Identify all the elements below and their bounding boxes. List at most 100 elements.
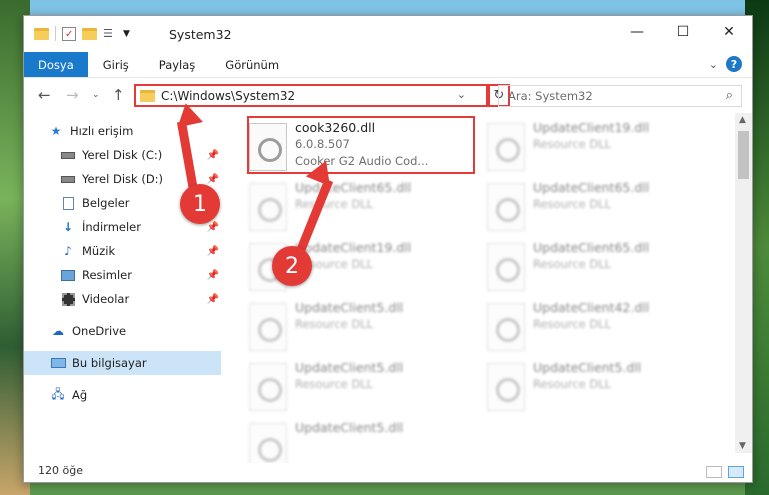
address-dropdown-icon[interactable]: ⌄	[457, 88, 466, 101]
sidebar-item-label: OneDrive	[72, 324, 127, 338]
star-icon: ★	[50, 124, 62, 138]
sidebar-item-this-pc[interactable]: Bu bilgisayar	[24, 351, 221, 375]
tab-home[interactable]: Giriş	[88, 52, 144, 77]
list-item[interactable]: UpdateClient42.dll Resource DLL	[487, 299, 712, 355]
sidebar-item-network[interactable]: 🖧 Ağ	[24, 383, 221, 407]
vertical-scrollbar[interactable]: ▲ ▼	[735, 113, 752, 453]
file-type: Resource DLL	[533, 137, 612, 151]
sidebar-item-music[interactable]: ♪ Müzik 📌	[24, 239, 221, 263]
tab-file[interactable]: Dosya	[24, 52, 88, 77]
sidebar-item-pictures[interactable]: Resimler 📌	[24, 263, 221, 287]
scrollbar-thumb[interactable]	[738, 131, 749, 179]
sidebar-item-label: Bu bilgisayar	[72, 356, 147, 370]
video-icon	[60, 292, 76, 306]
back-arrow-icon[interactable]: ←	[38, 86, 51, 104]
search-icon[interactable]: ⌕	[726, 88, 733, 103]
view-list-icon[interactable]: ☰	[103, 27, 117, 41]
file-type: Resource DLL	[533, 197, 612, 211]
list-item[interactable]: UpdateClient5.dll Resource DLL	[249, 359, 474, 415]
scroll-up-icon[interactable]: ▲	[739, 115, 746, 125]
documents-icon	[60, 196, 76, 210]
file-name: UpdateClient19.dll	[295, 240, 412, 255]
close-button[interactable]: ✕	[706, 16, 752, 48]
minimize-button[interactable]: —	[614, 16, 660, 48]
item-count: 120 öğe	[38, 464, 83, 477]
sidebar-item-label: Resimler	[82, 268, 132, 282]
list-item[interactable]: UpdateClient65.dll Resource DLL	[249, 179, 474, 235]
tab-share[interactable]: Paylaş	[144, 52, 211, 77]
window-title: System32	[169, 27, 232, 42]
list-item[interactable]: UpdateClient19.dll Resource DLL	[487, 119, 712, 175]
help-icon[interactable]: ?	[726, 56, 742, 72]
pin-icon[interactable]: 📌	[207, 294, 219, 305]
folder-icon	[34, 27, 49, 40]
pin-icon[interactable]: 📌	[207, 270, 219, 281]
address-text[interactable]: C:\Windows\System32	[161, 89, 295, 103]
file-list: cook3260.dll 6.0.8.507 Cooker G2 Audio C…	[227, 113, 735, 463]
step-badge-1: 1	[180, 184, 220, 224]
sidebar-item-onedrive[interactable]: ☁ OneDrive	[24, 319, 221, 343]
drive-icon	[60, 172, 76, 186]
navigation-bar: ← → ⌄ ↑ C:\Windows\System32 ⌄ ↻ Ara: Sys…	[24, 77, 752, 113]
sidebar-item-label: Yerel Disk (C:)	[82, 148, 163, 162]
details-view-icon[interactable]	[706, 466, 722, 478]
file-name: UpdateClient65.dll	[533, 180, 650, 195]
sidebar-item-label: Müzik	[82, 244, 116, 258]
computer-icon	[50, 356, 66, 370]
file-name: UpdateClient5.dll	[533, 360, 642, 375]
list-item[interactable]: UpdateClient5.dll Resource DLL	[249, 299, 474, 355]
file-type: Resource DLL	[533, 257, 612, 271]
pin-icon[interactable]: 📌	[207, 246, 219, 257]
sidebar-item-label: Hızlı erişim	[70, 124, 134, 138]
file-name: UpdateClient42.dll	[533, 300, 650, 315]
pictures-icon	[60, 268, 76, 282]
step-badge-2: 2	[272, 246, 312, 286]
explorer-window: ✓ ☰ ▼ System32 — ☐ ✕ Dosya Giriş Paylaş …	[23, 15, 753, 483]
properties-icon[interactable]: ✓	[62, 26, 76, 41]
title-bar: ✓ ☰ ▼ System32 — ☐ ✕	[24, 16, 752, 52]
pin-icon[interactable]: 📌	[207, 150, 219, 161]
dll-file-icon	[487, 183, 525, 231]
list-item[interactable]: UpdateClient65.dll Resource DLL	[487, 239, 712, 295]
recent-chevron-icon[interactable]: ⌄	[92, 90, 100, 100]
file-name: UpdateClient5.dll	[295, 300, 404, 315]
file-type: Resource DLL	[533, 377, 612, 391]
ribbon: Dosya Giriş Paylaş Görünüm ⌄ ?	[24, 52, 752, 77]
sidebar-item-label: Ağ	[72, 388, 88, 402]
sidebar-item-videos[interactable]: Videolar 📌	[24, 287, 221, 311]
pin-icon[interactable]: 📌	[207, 222, 219, 233]
tiles-view-icon[interactable]	[728, 466, 744, 478]
pin-icon[interactable]: 📌	[207, 174, 219, 185]
list-item[interactable]: UpdateClient5.dll	[249, 419, 474, 463]
file-name: UpdateClient5.dll	[295, 420, 404, 435]
file-type: Resource DLL	[295, 377, 374, 391]
tab-view[interactable]: Görünüm	[210, 52, 294, 77]
cloud-icon: ☁	[52, 324, 64, 338]
expand-ribbon-icon[interactable]: ⌄	[709, 58, 718, 71]
maximize-button[interactable]: ☐	[660, 16, 706, 48]
sidebar-item-label: Videolar	[82, 292, 130, 306]
dll-file-icon	[487, 303, 525, 351]
dll-file-icon	[249, 183, 287, 231]
dll-file-icon	[249, 363, 287, 411]
status-bar: 120 öğe	[24, 460, 752, 482]
drive-icon	[60, 148, 76, 162]
file-name: UpdateClient65.dll	[295, 180, 412, 195]
dll-file-icon	[487, 243, 525, 291]
forward-arrow-icon[interactable]: →	[66, 86, 79, 104]
sidebar-item-label: Belgeler	[82, 196, 130, 210]
chevron-down-icon[interactable]: ▼	[123, 29, 130, 39]
list-item[interactable]: UpdateClient5.dll Resource DLL	[487, 359, 712, 415]
list-item[interactable]: UpdateClient65.dll Resource DLL	[487, 179, 712, 235]
dll-file-icon	[487, 123, 525, 171]
up-arrow-icon[interactable]: ↑	[112, 86, 125, 104]
new-folder-icon[interactable]	[82, 27, 97, 40]
sidebar-item-label: İndirmeler	[82, 220, 141, 234]
scroll-down-icon[interactable]: ▼	[739, 441, 746, 451]
file-name: UpdateClient5.dll	[295, 360, 404, 375]
dll-file-icon	[487, 363, 525, 411]
sidebar-item-label: Yerel Disk (D:)	[82, 172, 164, 186]
search-input[interactable]: Ara: System32 ⌕	[498, 85, 742, 107]
search-placeholder: Ara: System32	[508, 89, 593, 103]
download-icon: ↓	[62, 220, 74, 234]
